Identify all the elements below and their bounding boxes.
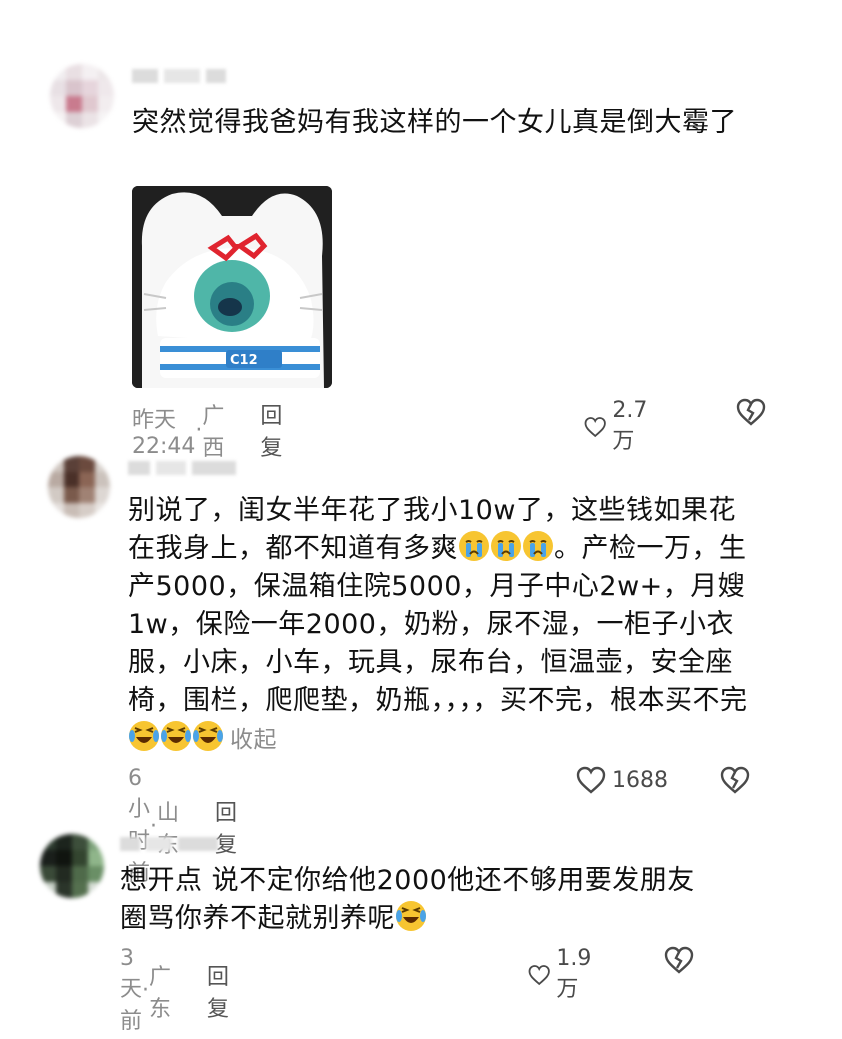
- crying-face-emoji: [458, 531, 490, 564]
- like-button[interactable]: 2.7万: [584, 398, 655, 455]
- meta-separator: ·: [195, 417, 203, 443]
- comment-meta: 3天前 · 广东 回复: [120, 946, 229, 1035]
- comment-time: 昨天 22:44: [132, 407, 196, 459]
- username[interactable]: [120, 834, 218, 854]
- laughing-tears-emoji: [395, 901, 427, 934]
- dislike-button[interactable]: [720, 766, 750, 798]
- avatar[interactable]: [48, 456, 110, 518]
- comment-meta: 昨天 22:44 · 广西 回复: [132, 398, 282, 462]
- heart-icon: [576, 766, 606, 794]
- heart-icon: [528, 964, 550, 985]
- heart-icon: [584, 416, 606, 437]
- avatar[interactable]: [40, 834, 104, 898]
- comment-location: 广西: [202, 404, 225, 461]
- crying-cat-sticker[interactable]: C12: [132, 186, 332, 388]
- reply-button[interactable]: 回复: [215, 795, 237, 859]
- sticker-image: C12: [132, 186, 332, 388]
- reply-button[interactable]: 回复: [260, 398, 282, 462]
- crying-face-emoji: [522, 531, 554, 564]
- collapse-button[interactable]: 收起: [230, 727, 277, 753]
- laughing-tears-emoji: [160, 721, 192, 754]
- like-button[interactable]: 1688: [576, 766, 668, 794]
- username[interactable]: [132, 66, 226, 86]
- broken-heart-icon: [664, 946, 694, 974]
- broken-heart-icon: [736, 398, 766, 426]
- username[interactable]: [128, 458, 236, 478]
- comment-time: 3天前: [120, 946, 143, 1034]
- avatar[interactable]: [50, 64, 114, 128]
- reply-button[interactable]: 回复: [207, 959, 229, 1023]
- svg-text:C12: C12: [230, 353, 258, 368]
- like-count: 1688: [612, 767, 668, 793]
- comment-location: 广东: [149, 964, 172, 1022]
- edge-fade: [802, 0, 842, 1039]
- laughing-tears-emoji: [192, 721, 224, 754]
- comment-text: 别说了，闺女半年花了我小10w了，这些钱如果花在我身上，都不知道有多爽 。产检一万…: [128, 492, 752, 759]
- like-button[interactable]: 1.9万: [528, 946, 599, 1003]
- dislike-button[interactable]: [736, 398, 766, 430]
- meta-separator: ·: [142, 978, 149, 1003]
- like-count: 2.7万: [612, 398, 648, 454]
- comment-text: 想开点 说不定你给他2000他还不够用要发朋友圈骂你养不起就别养呢: [120, 862, 720, 938]
- laughing-tears-emoji: [128, 721, 160, 754]
- comment-text-content: 突然觉得我爸妈有我这样的一个女儿真是倒大霉了: [132, 107, 737, 138]
- dislike-button[interactable]: [664, 946, 694, 978]
- crying-face-emoji: [490, 531, 522, 564]
- broken-heart-icon: [720, 766, 750, 794]
- comment-text: 突然觉得我爸妈有我这样的一个女儿真是倒大霉了: [132, 104, 752, 142]
- like-count: 1.9万: [556, 946, 592, 1002]
